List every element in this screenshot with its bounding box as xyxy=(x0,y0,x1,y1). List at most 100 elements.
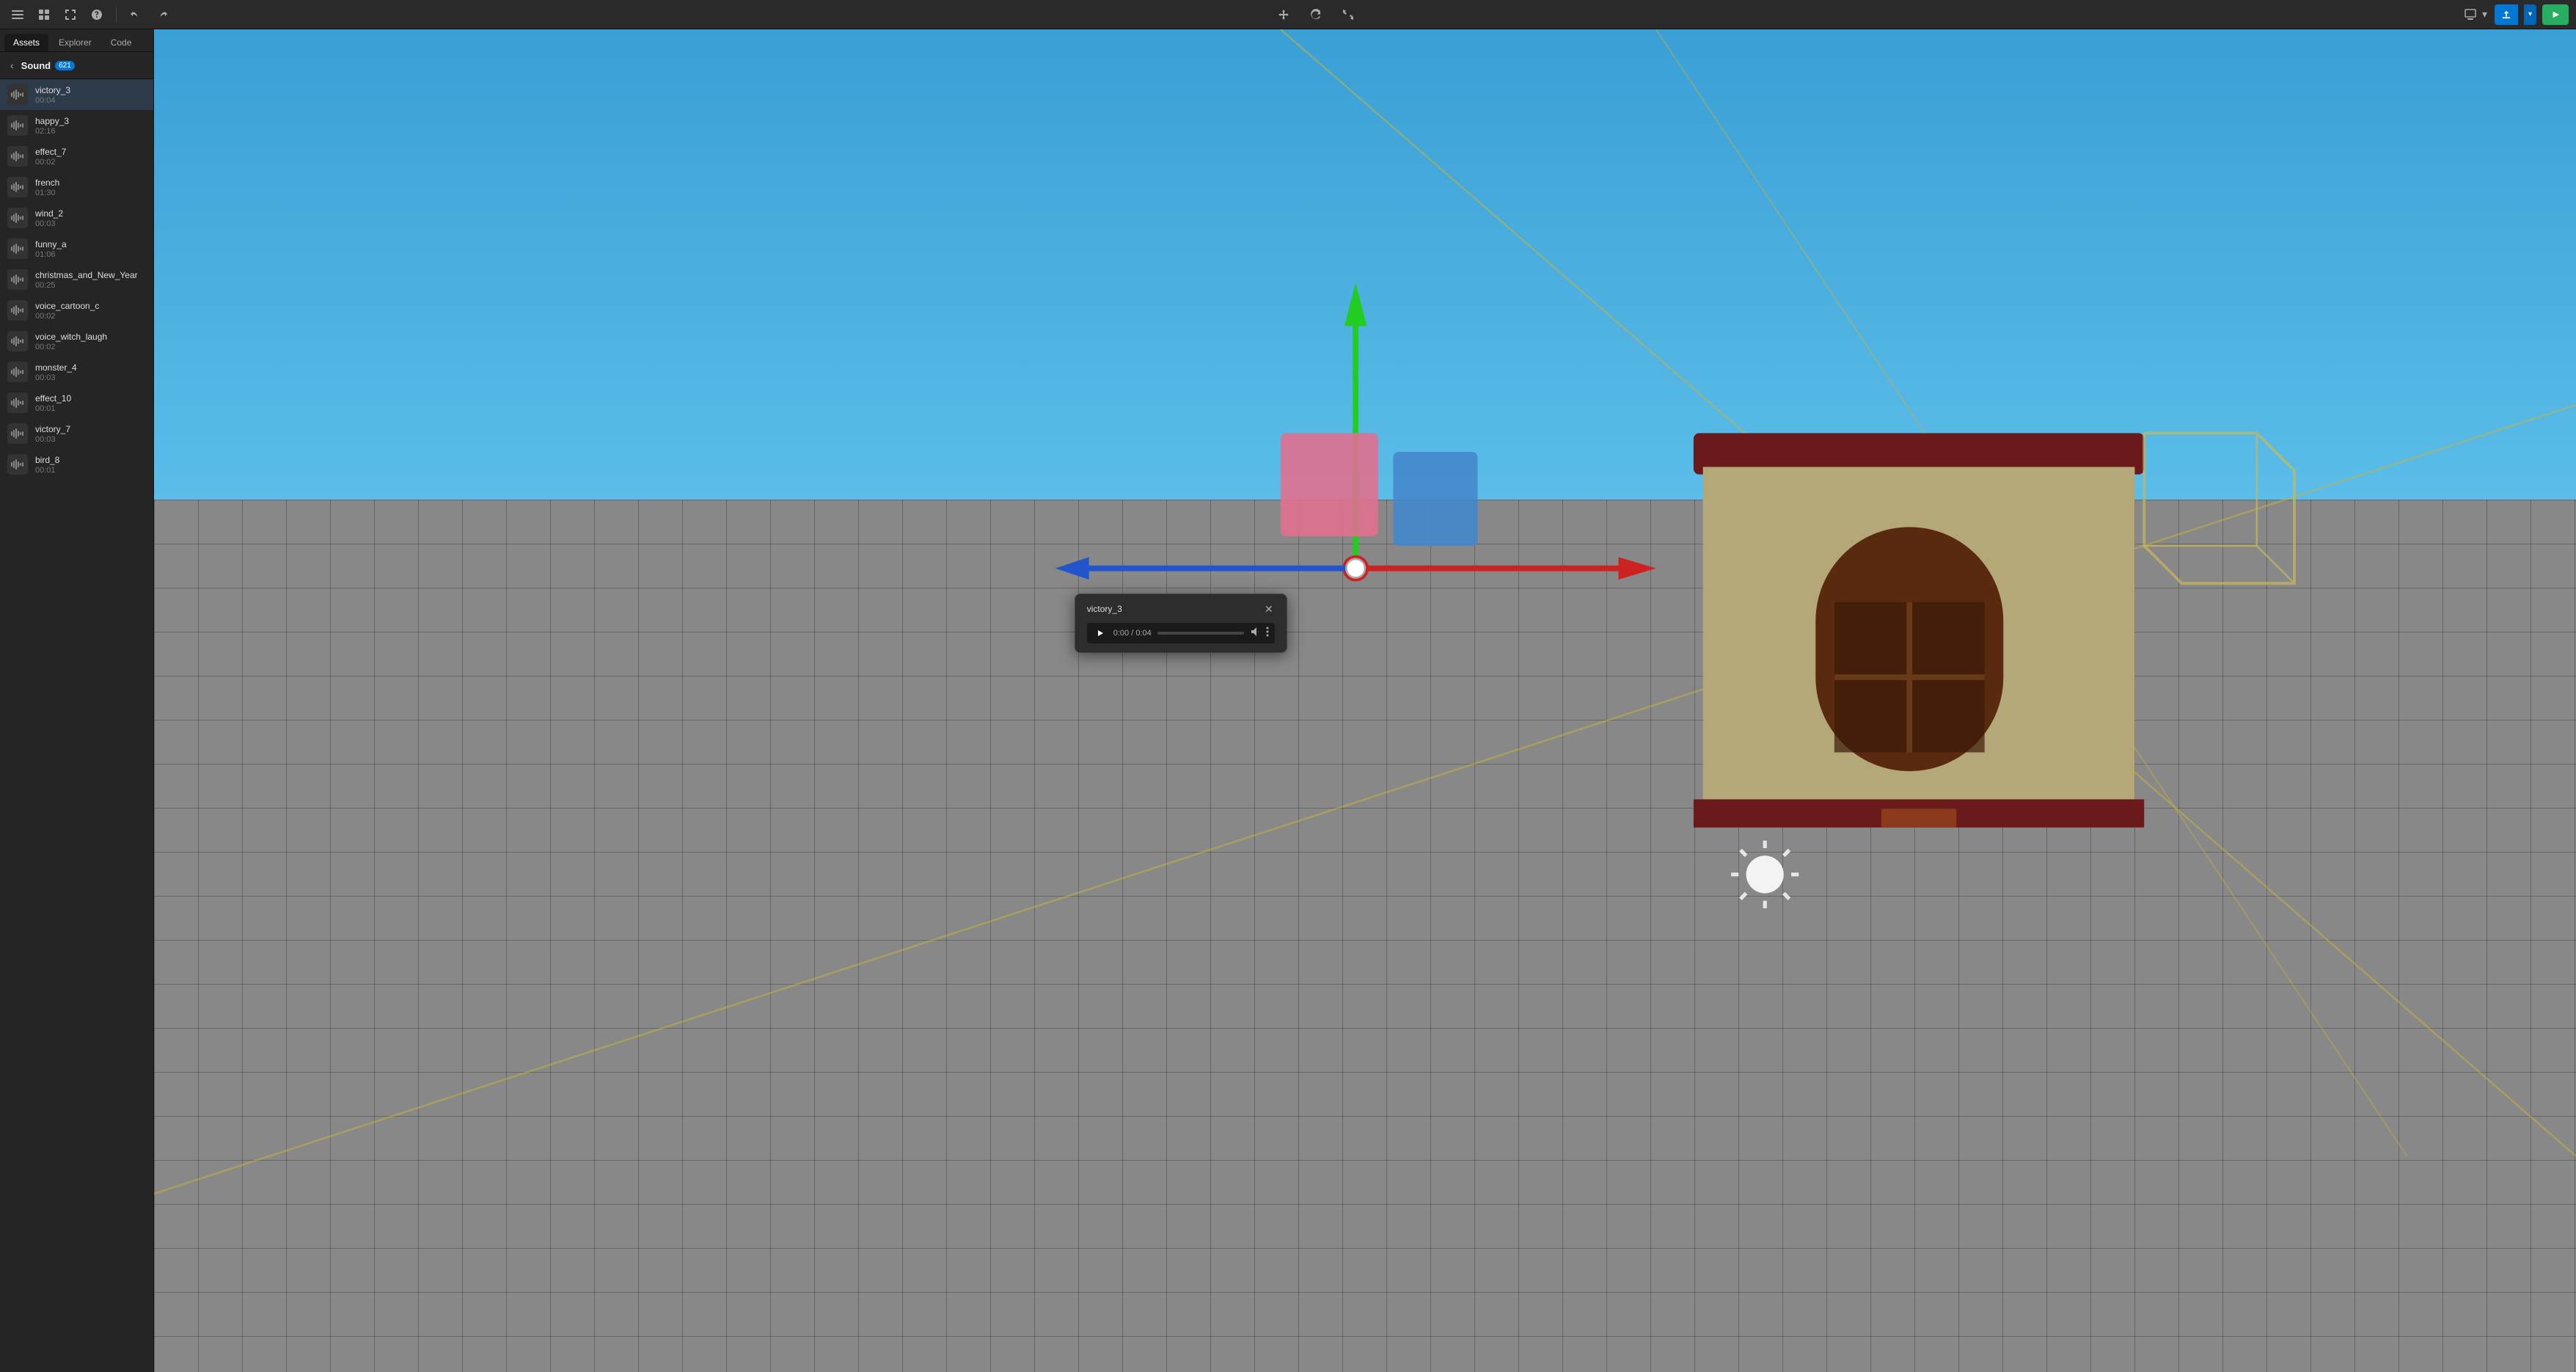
waveform-icon xyxy=(11,274,24,285)
sound-name: christmas_and_New_Year xyxy=(35,270,138,280)
sound-wave-icon xyxy=(7,177,28,197)
sound-item[interactable]: bird_8 00:01 xyxy=(0,449,153,480)
toolbar-right: ▾ ▾ xyxy=(2460,4,2569,25)
upload-button[interactable] xyxy=(2495,4,2518,25)
sound-wave-icon xyxy=(7,238,28,259)
player-controls: 0:00 / 0:04 xyxy=(1087,623,1275,643)
play-icon xyxy=(2551,10,2560,19)
sidebar-header: ‹ Sound 621 xyxy=(0,52,153,79)
fullscreen-button[interactable] xyxy=(60,6,81,23)
sound-duration: 01:06 xyxy=(35,250,67,259)
player-volume-button[interactable] xyxy=(1250,627,1260,639)
sound-item[interactable]: monster_4 00:03 xyxy=(0,357,153,387)
undo-button[interactable] xyxy=(125,6,146,23)
back-button[interactable]: ‹ xyxy=(7,58,17,73)
sound-item[interactable]: voice_witch_laugh 00:02 xyxy=(0,326,153,357)
toolbar: ▾ ▾ xyxy=(0,0,2576,29)
player-play-button[interactable] xyxy=(1093,626,1108,641)
sound-duration: 02:16 xyxy=(35,127,69,136)
move-icon xyxy=(1278,9,1289,21)
tab-code[interactable]: Code xyxy=(102,34,141,51)
player-time: 0:00 / 0:04 xyxy=(1113,629,1152,638)
sound-wave-icon xyxy=(7,300,28,321)
player-header: victory_3 ✕ xyxy=(1087,603,1275,616)
sound-info: voice_cartoon_c 00:02 xyxy=(35,301,99,321)
sound-info: bird_8 00:01 xyxy=(35,455,59,475)
sound-item[interactable]: happy_3 02:16 xyxy=(0,110,153,141)
waveform-icon xyxy=(11,336,24,346)
sound-wave-icon xyxy=(7,393,28,413)
upload-icon xyxy=(2502,10,2511,19)
sound-name: effect_10 xyxy=(35,393,71,404)
waveform-icon xyxy=(11,90,24,100)
move-button[interactable] xyxy=(1273,6,1294,23)
scale-button[interactable] xyxy=(1338,6,1358,23)
ground-grid xyxy=(154,500,2576,1372)
ground xyxy=(154,500,2576,1372)
help-button[interactable] xyxy=(87,6,107,23)
sound-info: victory_3 00:04 xyxy=(35,85,70,105)
refresh-icon xyxy=(1310,9,1322,21)
sound-duration: 00:25 xyxy=(35,281,138,290)
tab-explorer[interactable]: Explorer xyxy=(50,34,100,51)
sound-info: victory_7 00:03 xyxy=(35,424,70,444)
layout-mode-button[interactable] xyxy=(2460,6,2481,23)
sound-name: voice_witch_laugh xyxy=(35,332,107,342)
sound-name: french xyxy=(35,178,59,188)
sound-wave-icon xyxy=(7,362,28,382)
sound-item[interactable]: effect_7 00:02 xyxy=(0,141,153,172)
sound-duration: 00:02 xyxy=(35,158,66,167)
menu-button[interactable] xyxy=(7,6,28,23)
sound-item[interactable]: victory_7 00:03 xyxy=(0,418,153,449)
sound-wave-icon xyxy=(7,115,28,136)
sound-name: bird_8 xyxy=(35,455,59,465)
player-title: victory_3 xyxy=(1087,604,1122,614)
sound-info: effect_7 00:02 xyxy=(35,147,66,167)
tab-assets[interactable]: Assets xyxy=(4,34,48,51)
help-icon xyxy=(91,9,103,21)
sound-item[interactable]: french 01:30 xyxy=(0,172,153,202)
sound-name: victory_3 xyxy=(35,85,70,95)
sound-wave-icon xyxy=(7,146,28,167)
player-close-button[interactable]: ✕ xyxy=(1263,603,1275,616)
sky-background xyxy=(154,29,2576,500)
sound-wave-icon xyxy=(7,84,28,105)
sound-name: victory_7 xyxy=(35,424,70,434)
waveform-icon xyxy=(11,182,24,192)
sound-item[interactable]: funny_a 01:06 xyxy=(0,233,153,264)
sound-item[interactable]: victory_3 00:04 xyxy=(0,79,153,110)
sound-item[interactable]: christmas_and_New_Year 00:25 xyxy=(0,264,153,295)
play-button[interactable] xyxy=(2542,4,2569,25)
sound-info: voice_witch_laugh 00:02 xyxy=(35,332,107,351)
layout-dropdown-button[interactable]: ▾ xyxy=(2481,5,2489,23)
waveform-icon xyxy=(11,428,24,439)
chevron-down-icon: ▾ xyxy=(2482,8,2487,21)
refresh-button[interactable] xyxy=(1306,6,1326,23)
upload-dropdown-button[interactable]: ▾ xyxy=(2524,4,2536,25)
sound-wave-icon xyxy=(7,331,28,351)
waveform-icon xyxy=(11,398,24,408)
sound-name: funny_a xyxy=(35,239,67,249)
sound-name: wind_2 xyxy=(35,208,63,219)
sound-duration: 00:03 xyxy=(35,373,77,382)
sound-wave-icon xyxy=(7,454,28,475)
waveform-icon xyxy=(11,151,24,161)
sound-duration: 00:02 xyxy=(35,343,107,351)
more-icon xyxy=(1266,627,1269,637)
viewport[interactable]: Y Z X victory_3 ✕ xyxy=(154,29,2576,1372)
sound-info: french 01:30 xyxy=(35,178,59,197)
layout-button[interactable] xyxy=(34,6,54,23)
redo-icon xyxy=(156,9,168,21)
sound-wave-icon xyxy=(7,269,28,290)
player-more-button[interactable] xyxy=(1266,627,1269,639)
sound-item[interactable]: wind_2 00:03 xyxy=(0,202,153,233)
waveform-icon xyxy=(11,367,24,377)
waveform-icon xyxy=(11,213,24,223)
sound-item[interactable]: effect_10 00:01 xyxy=(0,387,153,418)
sound-item[interactable]: voice_cartoon_c 00:02 xyxy=(0,295,153,326)
sound-duration: 00:02 xyxy=(35,312,99,321)
sound-duration: 00:01 xyxy=(35,466,59,475)
redo-button[interactable] xyxy=(152,6,172,23)
player-progress-bar[interactable] xyxy=(1157,632,1244,635)
sound-name: effect_7 xyxy=(35,147,66,157)
